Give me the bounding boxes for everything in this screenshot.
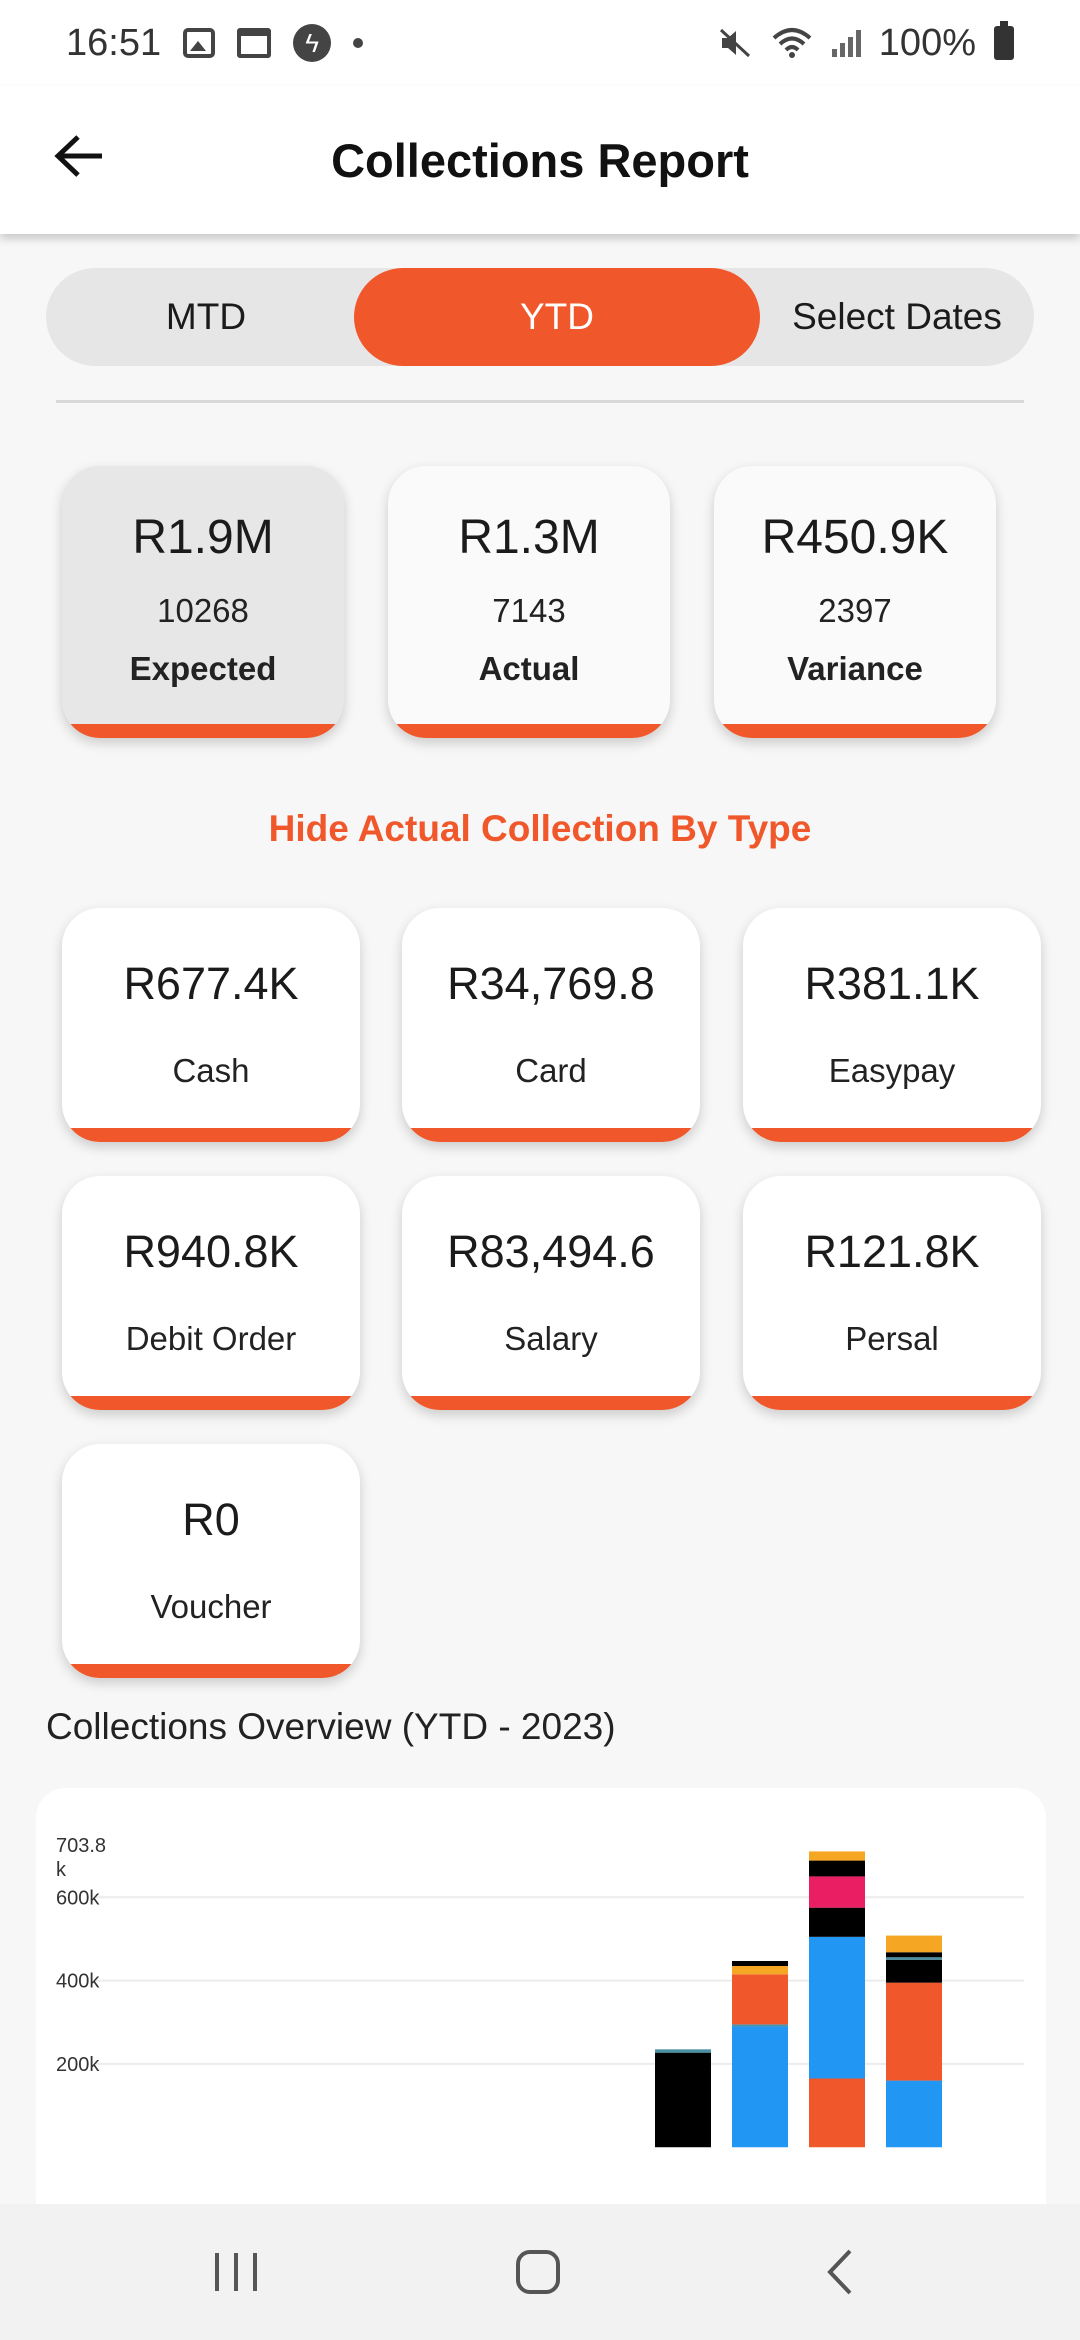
type-label: Salary [504,1320,598,1357]
recent-apps-icon [215,2253,257,2291]
tab-mtd[interactable]: MTD [46,268,366,366]
bar-segment[interactable] [655,2052,711,2148]
expected-amount: R1.9M [132,511,274,564]
bolt-notification-icon: ϟ [293,24,332,62]
app-bar: Collections Report [0,86,1080,234]
hide-collection-by-type-link[interactable]: Hide Actual Collection By Type [0,808,1080,850]
signal-icon [831,29,861,57]
type-amount: R381.1K [804,958,980,1009]
system-back-button[interactable] [740,2204,940,2340]
card-accent-bar [714,724,996,738]
variance-label: Variance [787,650,923,687]
status-right: 100% [718,21,1014,65]
y-tick-label: 200k [56,2054,100,2076]
type-card-voucher[interactable]: R0 Voucher [62,1444,360,1678]
system-nav-bar [0,2204,1080,2340]
actual-card[interactable]: R1.3M 7143 Actual [388,466,670,738]
bar-segment[interactable] [809,1936,865,2079]
bar-segment[interactable] [886,2080,942,2148]
battery-percent: 100% [878,21,976,64]
expected-label: Expected [129,650,277,687]
type-amount: R121.8K [804,1226,980,1277]
y-tick-label: k [56,1859,67,1881]
bar-segment[interactable] [886,1957,942,1960]
card-accent-bar [402,1128,700,1142]
more-notifications-dot-icon [353,38,364,48]
card-accent-bar [743,1396,1041,1410]
card-accent-bar [62,724,344,738]
type-label: Easypay [828,1052,956,1089]
type-card-persal[interactable]: R121.8K Persal [743,1176,1041,1410]
expected-count: 10268 [157,592,249,629]
type-amount: R677.4K [123,958,299,1009]
period-selector: MTD YTD Select Dates [46,268,1034,366]
type-card-card[interactable]: R34,769.8 Card [402,908,700,1142]
recent-apps-button[interactable] [136,2204,336,2340]
card-accent-bar [743,1128,1041,1142]
status-left: 16:51 ϟ [66,21,364,65]
calendar-notification-icon [237,28,272,58]
card-accent-bar [388,724,670,738]
type-card-easypay[interactable]: R381.1K Easypay [743,908,1041,1142]
status-time: 16:51 [66,21,162,64]
type-label: Card [515,1052,587,1089]
type-amount: R34,769.8 [447,958,655,1009]
type-label: Voucher [150,1588,272,1625]
bar-segment[interactable] [732,2024,788,2027]
bar-segment[interactable] [732,2026,788,2148]
y-tick-label: 400k [56,1971,100,1993]
bar-segment[interactable] [809,1876,865,1908]
type-amount: R940.8K [123,1226,299,1277]
bar-segment[interactable] [886,1935,942,1953]
arrow-left-icon [54,135,102,177]
type-card-cash[interactable]: R677.4K Cash [62,908,360,1142]
actual-count: 7143 [492,592,566,629]
chevron-left-icon [827,2249,852,2295]
card-accent-bar [402,1396,700,1410]
variance-card[interactable]: R450.9K 2397 Variance [714,466,996,738]
variance-count: 2397 [818,592,892,629]
expected-card[interactable]: R1.9M 10268 Expected [62,466,344,738]
divider [56,400,1024,403]
bar-segment[interactable] [732,1966,788,1975]
type-amount: R83,494.6 [447,1226,655,1277]
tab-ytd[interactable]: YTD [354,268,760,366]
bar-segment[interactable] [809,1907,865,1937]
actual-amount: R1.3M [458,511,600,564]
gallery-notification-icon [183,28,216,58]
home-icon [516,2250,560,2294]
bar-segment[interactable] [886,1982,942,2081]
battery-icon [994,21,1014,60]
bar-segment[interactable] [809,1851,865,1861]
variance-amount: R450.9K [761,511,949,564]
y-tick-label: 600k [56,1887,100,1909]
bar-segment[interactable] [809,1860,865,1877]
status-bar: 16:51 ϟ 100% [0,0,1080,86]
card-accent-bar [62,1396,360,1410]
back-button[interactable] [50,126,110,186]
actual-label: Actual [478,650,580,687]
type-card-debit-order[interactable]: R940.8K Debit Order [62,1176,360,1410]
mute-icon [719,28,750,58]
bar-segment[interactable] [732,1961,788,1966]
type-card-salary[interactable]: R83,494.6 Salary [402,1176,700,1410]
card-accent-bar [62,1664,360,1678]
wifi-icon [772,28,812,58]
card-accent-bar [62,1128,360,1142]
collections-overview-title: Collections Overview (YTD - 2023) [46,1706,616,1747]
type-label: Cash [172,1052,250,1089]
bar-segment[interactable] [809,2078,865,2148]
bar-segment[interactable] [732,1974,788,2025]
bar-segment[interactable] [655,2049,711,2053]
bar-segment[interactable] [886,1959,942,1983]
type-label: Debit Order [125,1320,297,1357]
home-button[interactable] [438,2204,638,2340]
bar-segment[interactable] [886,1952,942,1958]
type-amount: R0 [182,1494,240,1545]
page-title: Collections Report [331,133,749,187]
y-tick-label: 703.8 [56,1835,106,1857]
type-label: Persal [845,1320,939,1357]
tab-select-dates[interactable]: Select Dates [760,268,1034,366]
